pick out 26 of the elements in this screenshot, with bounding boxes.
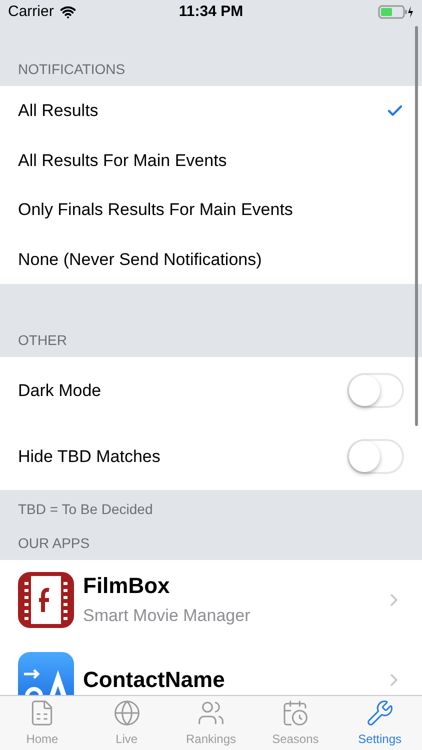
wifi-icon: [60, 4, 76, 20]
section-header: OUR APPS: [17, 534, 91, 553]
people-icon: [197, 699, 226, 727]
wrench-icon: [366, 699, 394, 727]
option-row[interactable]: All Results: [0, 86, 422, 136]
app-row[interactable]: FilmBox Smart Movie Manager: [0, 560, 422, 640]
section-header: NOTIFICATIONS: [17, 60, 126, 79]
setting-label: Dark Mode: [18, 380, 102, 402]
toggle-switch[interactable]: [347, 439, 404, 474]
setting-label: Hide TBD Matches: [18, 446, 162, 468]
film-app-icon: [18, 572, 74, 628]
globe-icon: [112, 699, 141, 727]
option-row[interactable]: Only Finals Results For Main Events: [0, 185, 422, 234]
app-subtitle: Smart Movie Manager: [83, 605, 252, 627]
option-row[interactable]: None (Never Send Notifications): [0, 234, 422, 284]
app-title: FilmBox: [83, 572, 171, 599]
tab[interactable]: Settings: [338, 696, 422, 750]
calendar-icon: [281, 699, 310, 727]
battery-icon: [378, 5, 414, 19]
section-footer: TBD = To Be Decided: [0, 490, 422, 524]
option-row[interactable]: All Results For Main Events: [0, 136, 422, 185]
clock: 11:34 PM: [178, 2, 244, 22]
toggle-switch[interactable]: [347, 372, 404, 408]
section-header: OTHER: [17, 331, 68, 350]
app-title: ContactName: [83, 666, 226, 694]
carrier-label: Carrier: [8, 2, 54, 22]
